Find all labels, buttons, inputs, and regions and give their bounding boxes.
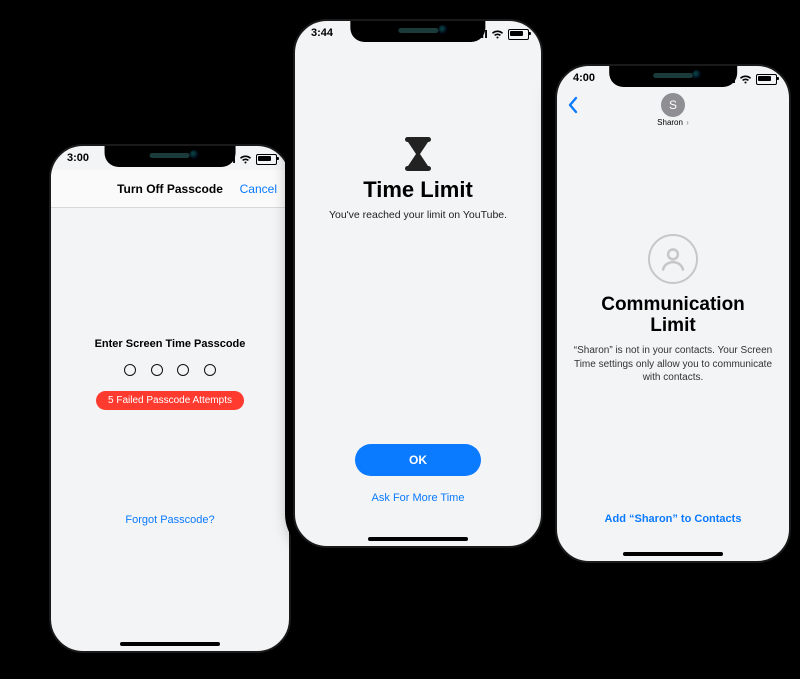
screen: 3:44 Time Limit [295,21,541,546]
nav-title: Turn Off Passcode [117,182,223,196]
status-time: 3:44 [311,27,333,39]
speaker-slot [653,73,693,78]
comm-limit-title-text: CommunicationLimit [601,294,745,336]
passcode-dot [151,364,163,376]
phone-timelimit: 3:44 Time Limit [293,19,543,548]
ask-more-time-link[interactable]: Ask For More Time [295,492,541,504]
passcode-prompt: Enter Screen Time Passcode [51,338,289,350]
passcode-dot [124,364,136,376]
battery-icon [508,29,529,40]
chevron-right-icon: › [684,118,689,127]
front-camera [439,25,448,34]
nav-bar: Turn Off Passcode Cancel [51,170,289,208]
comm-limit-title: CommunicationLimit [557,294,789,337]
battery-icon [256,154,277,165]
wifi-icon [239,155,252,164]
hourglass-icon [404,137,432,171]
wifi-icon [739,75,752,84]
ok-button[interactable]: OK [355,444,481,476]
comm-limit-subtitle: “Sharon” is not in your contacts. Your S… [573,344,773,385]
contact-avatar[interactable]: S [661,93,685,117]
add-to-contacts-link[interactable]: Add “Sharon” to Contacts [557,513,789,525]
back-button[interactable] [567,96,579,119]
front-camera [190,150,199,159]
home-indicator[interactable] [120,642,220,646]
forgot-passcode-link[interactable]: Forgot Passcode? [51,514,289,526]
time-limit-subtitle: You've reached your limit on YouTube. [295,209,541,221]
stage: 3:00 Turn Off Passcode Cancel Enter Scre… [0,0,800,679]
status-time: 4:00 [573,72,595,84]
failed-attempts-badge: 5 Failed Passcode Attempts [96,391,244,410]
speaker-slot [150,153,190,158]
speaker-slot [398,28,438,33]
front-camera [692,70,701,79]
notch [350,21,485,42]
home-indicator[interactable] [623,552,723,556]
notch [609,66,737,87]
contact-name-text: Sharon [657,118,683,127]
phone-commlimit: 4:00 S Sharon › [555,64,791,563]
phone-passcode: 3:00 Turn Off Passcode Cancel Enter Scre… [49,144,291,653]
passcode-dot [177,364,189,376]
screen: 3:00 Turn Off Passcode Cancel Enter Scre… [51,146,289,651]
chevron-left-icon [567,96,579,114]
status-time: 3:00 [67,152,89,164]
notch [105,146,236,167]
contact-name-label[interactable]: Sharon › [557,118,789,127]
cancel-button[interactable]: Cancel [240,182,277,196]
passcode-dots[interactable] [51,363,289,381]
passcode-dot [204,364,216,376]
screen: 4:00 S Sharon › [557,66,789,561]
home-indicator[interactable] [368,537,468,541]
wifi-icon [491,30,504,39]
contact-placeholder-icon [648,234,698,284]
battery-icon [756,74,777,85]
time-limit-title: Time Limit [295,177,541,203]
